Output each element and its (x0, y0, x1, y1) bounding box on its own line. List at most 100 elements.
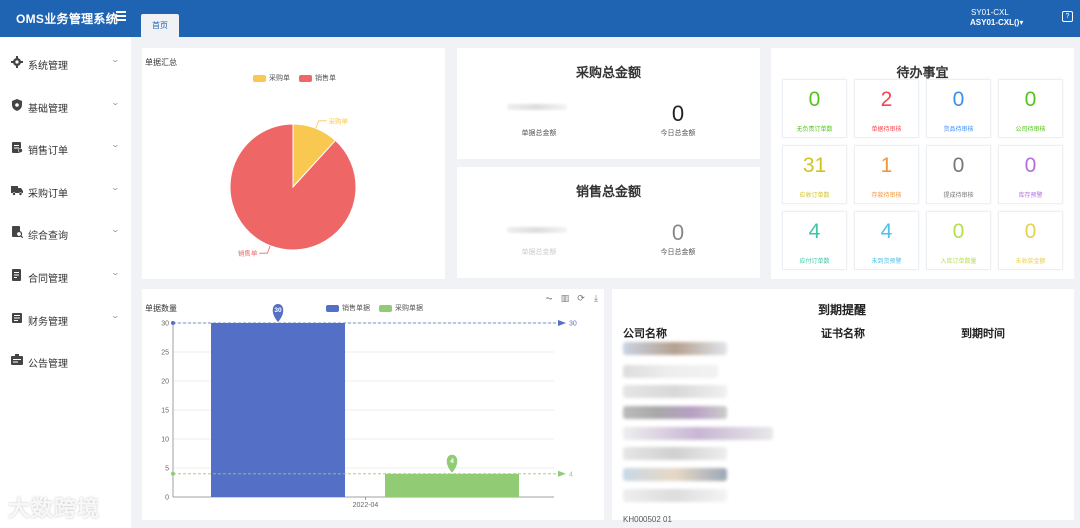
sales-total-right-label: 今日总金额 (660, 249, 696, 256)
sidebar-item-contract[interactable]: 合同管理 ⌄ (0, 256, 131, 299)
sidebar-item-label: 销售订单 (28, 146, 68, 158)
redacted-value (507, 104, 567, 110)
todo-count: 0 (1024, 154, 1037, 177)
mark-line-arrow (558, 470, 566, 477)
expiry-title: 到期提醒 (818, 303, 867, 317)
pie-chart: 采购单销售单 (229, 116, 357, 258)
bar-chart: 0 5 10 15 20 25 30 30 30 4 4 2022-04 (161, 304, 577, 509)
watermark: 大数跨境 (8, 496, 101, 521)
sidebar-item-purchase-order[interactable]: 采购订单 ⌄ (0, 171, 131, 214)
purchase-total-title: 采购总金额 (575, 65, 641, 80)
todo-tile[interactable]: 4 未到货预警 (854, 211, 919, 270)
todo-label: 存款待审核 (871, 193, 902, 199)
pie-slice-label: 销售单 (238, 249, 258, 258)
chevron-down-icon: ⌄ (110, 140, 121, 150)
todo-tile[interactable]: 0 提成待审核 (926, 145, 991, 204)
sales-total-left-label: 单据总金额 (521, 249, 557, 256)
todo-count: 31 (802, 154, 827, 177)
user-code: SY01-CXL (971, 8, 1009, 17)
redacted-row (623, 427, 773, 440)
sidebar-item-system[interactable]: 系统管理 ⌄ (0, 43, 131, 86)
help-icon[interactable]: ? (1062, 11, 1073, 22)
todo-tile[interactable]: 0 货品待审核 (926, 79, 991, 138)
chevron-down-icon: ⌄ (110, 182, 121, 192)
chevron-down-icon: ⌄ (110, 97, 121, 107)
contract-icon (12, 268, 21, 281)
pie-chart-card: 单据汇总 采购单 销售单 采购单 销售单 (142, 48, 445, 279)
sidebar-item-sales-order[interactable]: 销售订单 ⌄ (0, 128, 131, 171)
purchase-total-today-value: 0 (671, 101, 685, 126)
y-tick-label: 0 (165, 495, 169, 502)
search-doc-icon (12, 226, 23, 239)
sidebar-item-label: 基础管理 (28, 103, 68, 115)
chevron-down-icon: ⌄ (110, 267, 121, 277)
todo-tile[interactable]: 4 应付订单数 (782, 211, 847, 270)
mark-line-arrow (558, 320, 566, 326)
todo-count: 1 (880, 154, 893, 177)
todo-label: 无负责订单数 (796, 127, 833, 133)
app-title: OMS业务管理系统 (16, 12, 119, 26)
todo-tile[interactable]: 0 公司待审核 (998, 79, 1063, 138)
sidebar-item-notice[interactable]: 公告管理 (0, 341, 131, 384)
purchase-total-right-label: 今日总金额 (660, 130, 696, 137)
todo-tile[interactable]: 31 应收订单数 (782, 145, 847, 204)
redacted-row (623, 489, 727, 502)
y-tick-label: 25 (161, 350, 169, 357)
sidebar-item-basic[interactable]: 基础管理 ⌄ (0, 86, 131, 129)
tab-home[interactable]: 首页 (141, 14, 179, 37)
menu-toggle-icon[interactable] (116, 11, 126, 21)
todo-count: 4 (808, 220, 821, 243)
chevron-down-icon: ⌄ (110, 310, 121, 320)
todo-label: 应付订单数 (799, 259, 830, 265)
todo-count: 0 (952, 88, 965, 111)
bar-chart-card: 单据数量 销售单据 采购单据 ⏦ ▥ ⟳ ⤓ 0 5 10 15 20 25 30 30 30 4… (142, 289, 604, 520)
pie-slice-label: 采购单 (329, 116, 349, 125)
sidebar: 系统管理 ⌄ 基础管理 ⌄ 销售订单 ⌄ 采购订单 ⌄ 综合查询 ⌄ 合同管理 … (0, 37, 131, 528)
redacted-row (623, 365, 718, 378)
y-tick-label: 20 (161, 379, 169, 386)
y-tick-label: 30 (161, 321, 169, 328)
column-expiry-date: 到期时间 (961, 328, 1005, 340)
partial-row: KH000502 01 (623, 515, 672, 524)
todo-tile[interactable]: 1 存款待审核 (854, 145, 919, 204)
chevron-down-icon: ⌄ (110, 225, 121, 235)
redacted-row (623, 468, 727, 481)
x-tick-label: 2022-04 (353, 502, 379, 509)
todo-tile[interactable]: 0 未收款金额 (998, 211, 1063, 270)
gear-icon (11, 56, 23, 68)
sales-total-card: 销售总金额 单据总金额 0 今日总金额 (457, 167, 760, 278)
todo-count: 0 (1024, 220, 1037, 243)
mark-line-start (171, 321, 175, 325)
y-tick-label: 10 (161, 437, 169, 444)
top-bar: OMS业务管理系统 首页 SY01-CXL ASY01-CXL()▾ ? (0, 0, 1080, 37)
todo-tile[interactable]: 0 库存预警 (998, 145, 1063, 204)
notice-icon (11, 354, 23, 366)
y-tick-label: 5 (165, 466, 169, 473)
todo-tile[interactable]: 0 无负责订单数 (782, 79, 847, 138)
bar[interactable] (211, 323, 345, 497)
todo-card: 待办事宜 0 无负责订单数 2 单据待审核 0 货品待审核 0 公司待审核 31 应收订单数 1 存款… (771, 48, 1074, 279)
pie-slice[interactable] (229, 123, 357, 251)
bar[interactable] (385, 473, 519, 497)
todo-label: 单据待审核 (871, 127, 902, 133)
redacted-row (623, 406, 727, 419)
column-certificate: 证书名称 (821, 328, 865, 340)
sidebar-item-finance[interactable]: 财务管理 ⌄ (0, 299, 131, 342)
sidebar-item-label: 合同管理 (28, 273, 68, 285)
truck-icon (11, 185, 23, 196)
sales-total-today-value: 0 (671, 220, 685, 245)
todo-tile[interactable]: 0 入库订单数量 (926, 211, 991, 270)
todo-label: 未收款金额 (1015, 259, 1046, 265)
pie-label-line (259, 245, 271, 254)
sidebar-item-label: 财务管理 (28, 316, 68, 328)
todo-tile[interactable]: 2 单据待审核 (854, 79, 919, 138)
todo-label: 入库订单数量 (940, 259, 977, 265)
user-menu[interactable]: ASY01-CXL()▾ (970, 18, 1023, 27)
sidebar-item-query[interactable]: 综合查询 ⌄ (0, 213, 131, 256)
finance-icon (12, 312, 22, 323)
redacted-row (623, 385, 727, 398)
todo-label: 未到货预警 (871, 259, 902, 265)
mark-line-label: 4 (569, 471, 573, 478)
column-company: 公司名称 (623, 328, 667, 340)
pie-label-line (315, 120, 327, 129)
